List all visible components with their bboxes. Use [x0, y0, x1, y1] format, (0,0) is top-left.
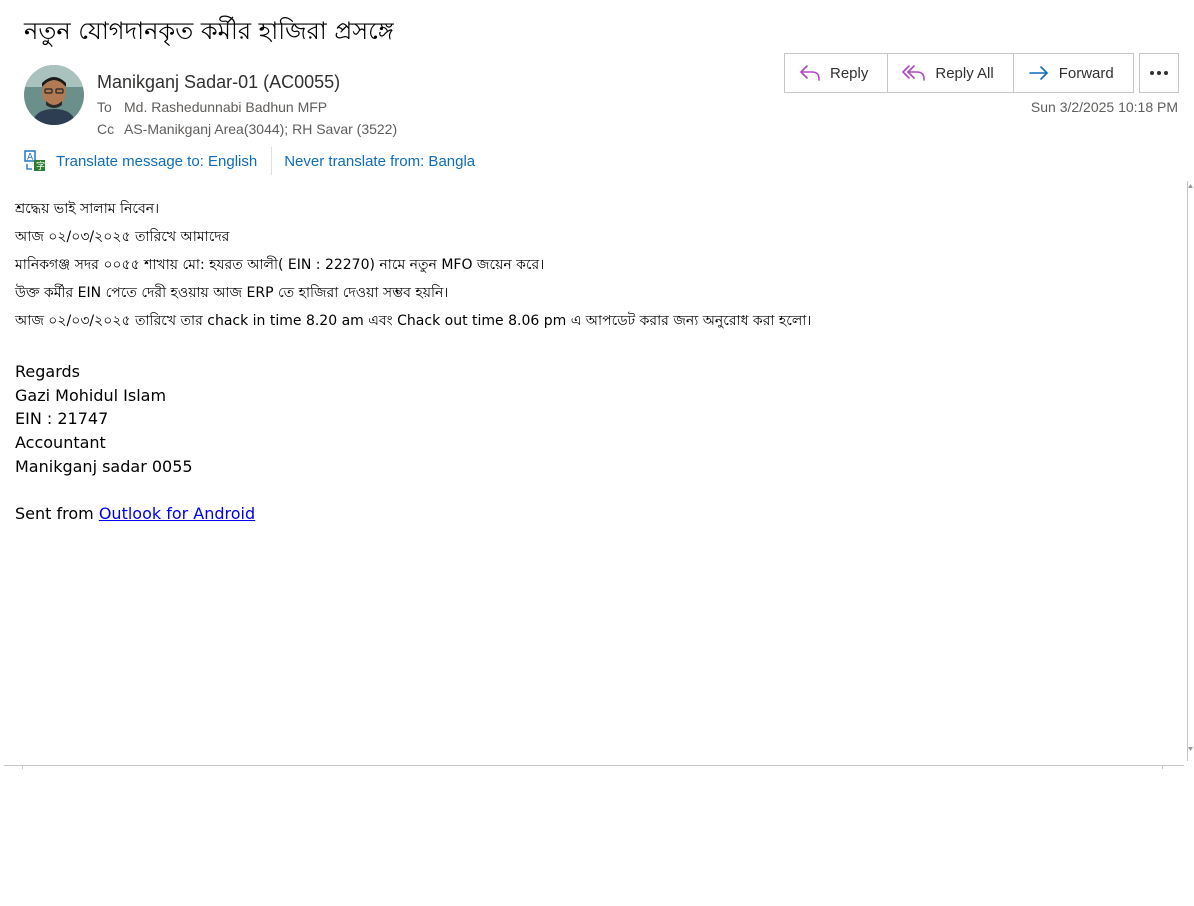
message-actions: Reply Reply All Forward	[784, 53, 1134, 93]
body-line: আজ ০২/০৩/২০২৫ তারিখে তার chack in time 8…	[15, 313, 812, 329]
signature-regards: Regards	[15, 362, 80, 381]
svg-text:字: 字	[36, 160, 45, 172]
reply-all-label: Reply All	[935, 64, 994, 82]
sent-datetime: Sun 3/2/2025 10:18 PM	[1030, 99, 1178, 115]
translate-bar: A 字 Translate message to: English Never …	[24, 147, 475, 175]
outlook-android-link[interactable]: Outlook for Android	[99, 504, 255, 523]
signature-ein: EIN : 21747	[15, 409, 109, 428]
reply-icon	[800, 65, 820, 81]
to-row: To Md. Rashedunnabi Badhun MFP	[97, 99, 327, 115]
sender-avatar[interactable]	[24, 65, 84, 125]
to-label: To	[97, 99, 112, 115]
more-actions-button[interactable]	[1139, 53, 1179, 93]
reply-all-icon	[902, 65, 926, 81]
scroll-up-arrow-icon[interactable]	[1187, 181, 1194, 197]
reply-button[interactable]: Reply	[785, 54, 889, 92]
body-line: মানিকগঞ্জ সদর ০০৫৫ শাখায় মো: হযরত আলী( …	[15, 257, 545, 273]
scroll-down-arrow-icon[interactable]	[1187, 744, 1194, 760]
pane-divider-tick	[1162, 765, 1163, 769]
body-scrollbar[interactable]	[1187, 181, 1194, 761]
more-icon	[1150, 71, 1168, 75]
reply-all-button[interactable]: Reply All	[888, 54, 1014, 92]
translate-message-link[interactable]: Translate message to: English	[56, 153, 257, 170]
sent-from-text: Sent from	[15, 504, 99, 523]
svg-text:A: A	[27, 153, 34, 163]
email-subject: নতুন যোগদানকৃত কর্মীর হাজিরা প্রসঙ্গে	[24, 17, 394, 45]
message-body: শ্রদ্ধেয় ভাই সালাম নিবেন। আজ ০২/০৩/২০২৫…	[15, 198, 1175, 338]
forward-button[interactable]: Forward	[1014, 54, 1133, 92]
body-line: আজ ০২/০৩/২০২৫ তারিখে আমাদের	[15, 229, 230, 245]
reply-label: Reply	[830, 64, 869, 82]
cc-recipients[interactable]: AS-Manikganj Area(3044); RH Savar (3522)	[124, 121, 397, 137]
to-recipient[interactable]: Md. Rashedunnabi Badhun MFP	[124, 99, 327, 115]
cc-label: Cc	[97, 121, 115, 137]
body-line: উক্ত কর্মীর EIN পেতে দেরী হওয়ায় আজ ERP…	[15, 285, 449, 301]
cc-row: Cc AS-Manikganj Area(3044); RH Savar (352…	[97, 121, 397, 137]
pane-divider-tick	[22, 765, 23, 769]
signature-name: Gazi Mohidul Islam	[15, 386, 167, 405]
translate-icon: A 字	[24, 150, 45, 172]
signature-title: Accountant	[15, 433, 106, 452]
sender-name[interactable]: Manikganj Sadar-01 (AC0055)	[97, 72, 340, 93]
translate-separator	[271, 147, 273, 175]
forward-label: Forward	[1058, 64, 1114, 82]
pane-divider	[4, 765, 1184, 766]
signature-branch: Manikganj sadar 0055	[15, 457, 193, 476]
sent-from-line: Sent from Outlook for Android	[15, 504, 255, 523]
body-line: শ্রদ্ধেয় ভাই সালাম নিবেন।	[15, 201, 160, 217]
never-translate-link[interactable]: Never translate from: Bangla	[284, 153, 475, 170]
forward-icon	[1028, 66, 1048, 80]
